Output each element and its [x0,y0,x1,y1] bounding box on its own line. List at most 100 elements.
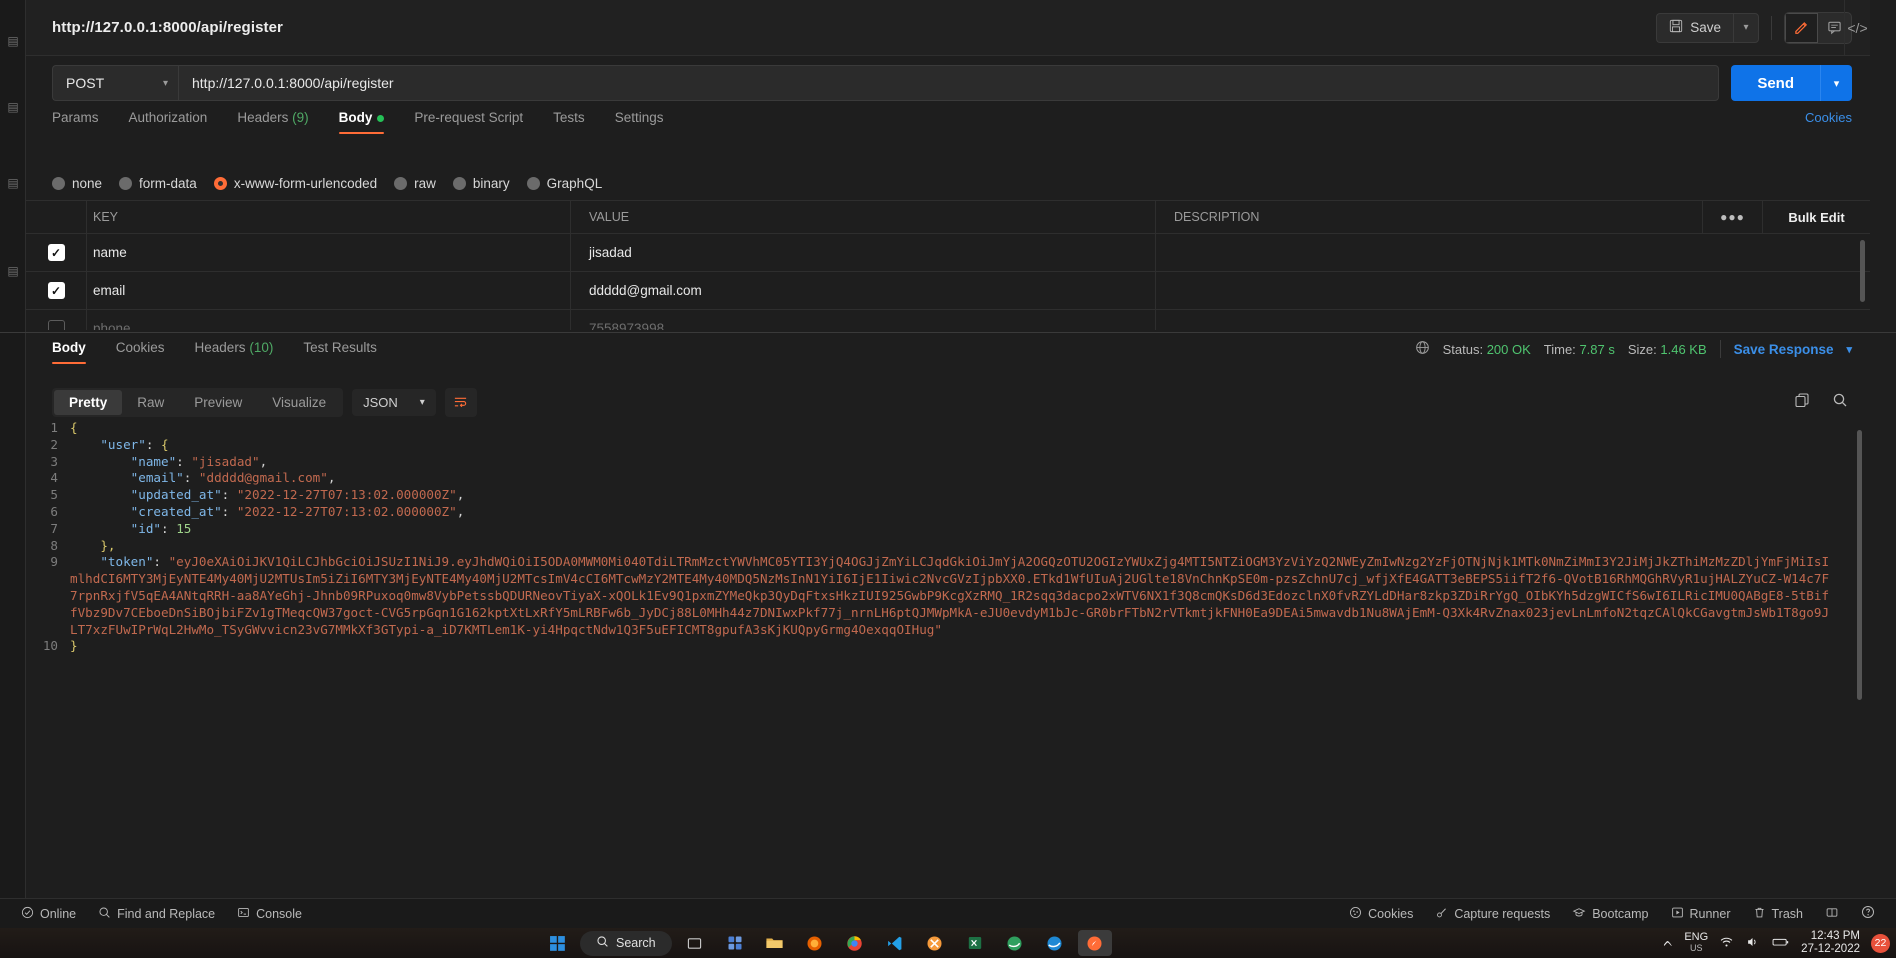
response-tab-headers[interactable]: Headers (10) [195,340,289,364]
row-value[interactable]: 7558973998 [570,310,1155,330]
edge-dev-icon[interactable] [998,930,1032,956]
firefox-icon[interactable] [798,930,832,956]
format-select[interactable]: JSON ▾ [352,388,436,416]
tab-tests[interactable]: Tests [553,110,600,134]
widgets-icon[interactable] [718,930,752,956]
row-description[interactable] [1155,310,1870,330]
row-description[interactable] [1155,234,1870,271]
bulk-edit-button[interactable]: Bulk Edit [1762,201,1870,233]
response-tab-body[interactable]: Body [52,340,101,364]
row-key[interactable]: email [86,272,570,309]
wifi-icon[interactable] [1719,935,1734,952]
table-row[interactable]: ✓ email ddddd@gmail.com [26,272,1870,310]
taskbar-clock[interactable]: 12:43 PM 27-12-2022 [1801,930,1860,956]
status-online[interactable]: Online [10,906,87,922]
windows-icon[interactable] [540,930,574,956]
tab-body[interactable]: Body [338,110,400,134]
status-console[interactable]: Console [226,906,313,922]
taskbar-search[interactable]: Search [580,930,672,956]
edge-icon[interactable] [1038,930,1072,956]
line-source[interactable]: "updated_at": "2022-12-27T07:13:02.00000… [70,487,1870,504]
battery-icon[interactable] [1771,935,1790,952]
rail-icon-3[interactable]: ▤ [0,170,26,196]
method-select[interactable]: POST ▾ [52,65,178,101]
view-tab-raw[interactable]: Raw [122,390,179,415]
globe-icon[interactable] [1415,340,1430,358]
line-source[interactable]: "id": 15 [70,521,1870,538]
table-row[interactable]: ✓ name jisadad [26,234,1870,272]
status-cookies[interactable]: Cookies [1338,906,1424,922]
radio-x-www-form-urlencoded[interactable]: x-www-form-urlencoded [213,176,377,191]
send-button[interactable]: Send [1731,65,1820,101]
chevron-up-icon[interactable]: ᨈ [1664,937,1674,950]
response-tab-test-results[interactable]: Test Results [303,340,392,364]
radio-graphql[interactable]: GraphQL [526,176,602,191]
cookies-link[interactable]: Cookies [1805,110,1852,125]
send-options-chevron-down-icon[interactable]: ▾ [1820,65,1852,101]
chevron-down-icon[interactable]: ▾ [1846,343,1852,356]
line-source[interactable]: }, [70,538,1870,555]
copy-icon[interactable] [1794,392,1810,413]
row-description[interactable] [1155,272,1870,309]
ellipsis-icon[interactable]: ●●● [1702,201,1762,233]
row-value[interactable]: jisadad [570,234,1155,271]
tab-settings[interactable]: Settings [615,110,679,134]
task-view-icon[interactable] [678,930,712,956]
postman-icon[interactable] [1077,930,1112,956]
rail-icon-1[interactable]: ▤ [0,28,26,54]
row-checkbox[interactable]: ✓ [47,320,65,330]
excel-icon[interactable] [958,930,992,956]
url-input[interactable]: http://127.0.0.1:8000/api/register [178,65,1720,101]
radio-none[interactable]: none [52,176,102,191]
vscode-icon[interactable] [878,930,912,956]
row-key[interactable]: phone [86,310,570,330]
status-capture-requests[interactable]: Capture requests [1424,906,1561,922]
view-tab-visualize[interactable]: Visualize [257,390,341,415]
table-row[interactable]: ✓ phone 7558973998 [26,310,1870,330]
rail-icon-2[interactable]: ▤ [0,94,26,120]
line-source[interactable]: "user": { [70,437,1870,454]
view-tab-pretty[interactable]: Pretty [54,389,123,415]
status-trash[interactable]: Trash [1742,906,1815,922]
status-layout-panel[interactable] [1814,906,1850,922]
line-source[interactable]: } [70,638,1870,655]
chrome-icon[interactable] [838,930,872,956]
tab-headers[interactable]: Headers (9) [237,110,323,134]
tab-pre-request-script[interactable]: Pre-request Script [414,110,538,134]
line-source[interactable]: { [70,420,1870,437]
code-brackets-icon[interactable]: </> [1844,0,1870,56]
rail-icon-4[interactable]: ▤ [0,258,26,284]
search-icon[interactable] [1832,392,1848,413]
code-scrollbar[interactable] [1857,430,1862,700]
tab-authorization[interactable]: Authorization [129,110,223,134]
word-wrap-icon[interactable] [444,387,477,417]
radio-binary[interactable]: binary [452,176,510,191]
row-value[interactable]: ddddd@gmail.com [570,272,1155,309]
response-body-code[interactable]: 1{2 "user": {3 "name": "jisadad", 4 "emai… [26,420,1870,892]
tab-params[interactable]: Params [52,110,114,134]
status-runner[interactable]: Runner [1660,906,1742,922]
row-checkbox[interactable]: ✓ [47,282,65,299]
line-source[interactable]: "email": "ddddd@gmail.com", [70,470,1870,487]
radio-raw[interactable]: raw [394,176,436,191]
pencil-icon[interactable] [1785,12,1818,43]
language-indicator[interactable]: ENG US [1684,932,1708,954]
notification-badge[interactable]: 22 [1871,933,1890,953]
line-source[interactable]: "token": "eyJ0eXAiOiJKV1QiLCJhbGciOiJSUz… [70,554,1870,638]
xampp-icon[interactable] [918,930,952,956]
save-button[interactable]: Save [1656,12,1733,43]
status-bootcamp[interactable]: Bootcamp [1561,906,1659,922]
table-scrollbar[interactable] [1860,240,1865,302]
radio-form-data[interactable]: form-data [119,176,197,191]
save-response-button[interactable]: Save Response [1734,342,1834,357]
status-find-replace[interactable]: Find and Replace [87,906,226,922]
row-key[interactable]: name [86,234,570,271]
line-source[interactable]: "created_at": "2022-12-27T07:13:02.00000… [70,504,1870,521]
view-tab-preview[interactable]: Preview [179,390,257,415]
file-explorer-icon[interactable] [758,930,792,956]
line-source[interactable]: "name": "jisadad", [70,454,1870,471]
chevron-down-icon[interactable]: ▾ [1733,12,1759,43]
volume-icon[interactable] [1745,935,1760,952]
response-tab-cookies[interactable]: Cookies [116,340,180,364]
status-help[interactable] [1850,905,1886,922]
